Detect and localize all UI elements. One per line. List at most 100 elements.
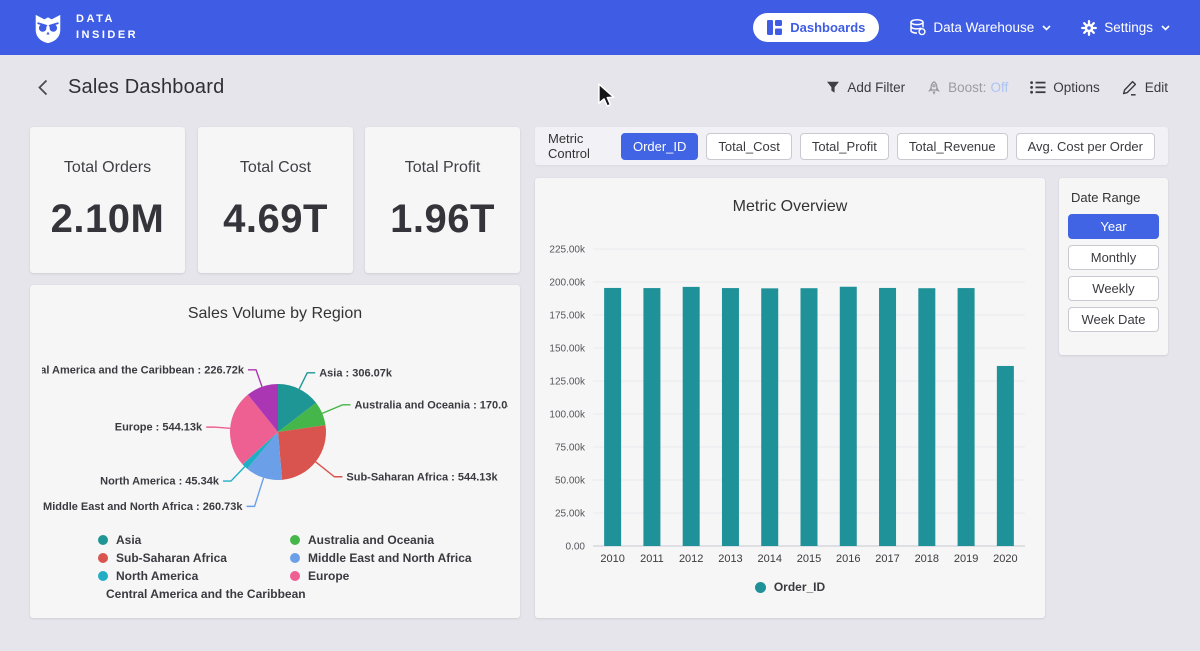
legend-label: Europe (308, 569, 349, 583)
svg-text:200.00k: 200.00k (549, 278, 586, 289)
brand-logo[interactable]: DATA INSIDER (30, 10, 138, 46)
svg-text:Sub-Saharan Africa : 544.13k: Sub-Saharan Africa : 544.13k (346, 471, 498, 483)
boost-label: Boost: (948, 80, 986, 95)
brand-line2: INSIDER (76, 28, 138, 44)
legend-item-asia[interactable]: Asia (98, 531, 290, 549)
date-range-option-week-date[interactable]: Week Date (1068, 307, 1159, 332)
legend-label: Sub-Saharan Africa (116, 551, 227, 565)
edit-label: Edit (1145, 80, 1168, 95)
bar-chart-title: Metric Overview (535, 198, 1045, 216)
edit-button[interactable]: Edit (1122, 80, 1168, 96)
settings-menu[interactable]: Settings (1081, 20, 1170, 36)
svg-text:2015: 2015 (797, 553, 821, 565)
pie-chart-legend: Asia Australia and Oceania Sub-Saharan Afr… (98, 531, 472, 603)
svg-text:2017: 2017 (875, 553, 899, 565)
page-header: Sales Dashboard Add Filter Boost: Off Op (0, 55, 1200, 120)
legend-dot (290, 535, 300, 545)
legend-dot (755, 582, 766, 593)
kpi-label: Total Cost (240, 159, 311, 177)
svg-text:125.00k: 125.00k (549, 377, 586, 388)
svg-text:2011: 2011 (640, 553, 664, 565)
metric-control-label: Metric Control (548, 131, 607, 161)
page-title: Sales Dashboard (68, 76, 224, 99)
svg-text:2020: 2020 (993, 553, 1017, 565)
legend-dot (98, 553, 108, 563)
metric-option-total-cost[interactable]: Total_Cost (706, 133, 791, 160)
date-range-card: Date Range Year Monthly Weekly Week Date (1059, 178, 1168, 355)
legend-item-middle-east-and-north-africa[interactable]: Middle East and North Africa (290, 549, 472, 567)
boost-toggle[interactable]: Boost: Off (927, 80, 1008, 95)
svg-text:225.00k: 225.00k (549, 245, 586, 256)
svg-text:Australia and Oceania : 170.04: Australia and Oceania : 170.04k (354, 399, 508, 411)
kpi-value: 1.96T (390, 197, 495, 242)
svg-text:2018: 2018 (915, 553, 939, 565)
svg-text:2016: 2016 (836, 553, 860, 565)
options-label: Options (1053, 80, 1100, 95)
metric-option-total-profit[interactable]: Total_Profit (800, 133, 889, 160)
add-filter-label: Add Filter (847, 80, 905, 95)
rocket-icon (927, 81, 941, 95)
boost-state: Off (990, 80, 1008, 95)
kpi-label: Total Orders (64, 159, 151, 177)
top-navbar: DATA INSIDER Dashboards Data Warehouse (0, 0, 1200, 55)
header-actions: Add Filter Boost: Off Options (826, 80, 1168, 96)
metric-buttons: Order_ID Total_Cost Total_Profit Total_Reve… (621, 133, 1155, 160)
svg-text:2012: 2012 (679, 553, 703, 565)
pencil-icon (1122, 80, 1138, 96)
dashboards-icon (767, 20, 782, 35)
date-range-buttons: Year Monthly Weekly Week Date (1068, 214, 1159, 332)
bar-chart-legend: Order_ID (535, 580, 1045, 594)
bar-legend-label: Order_ID (774, 580, 825, 594)
metric-option-order-id[interactable]: Order_ID (621, 133, 698, 160)
legend-dot (98, 535, 108, 545)
data-warehouse-menu[interactable]: Data Warehouse (909, 19, 1051, 36)
brand-line1: DATA (76, 12, 138, 28)
legend-item-central-america-and-the-caribbean[interactable]: Central America and the Caribbean (98, 585, 290, 603)
options-button[interactable]: Options (1030, 80, 1100, 95)
legend-label: Middle East and North Africa (308, 551, 472, 565)
settings-label: Settings (1104, 20, 1153, 35)
back-button[interactable] (32, 75, 54, 100)
list-icon (1030, 80, 1046, 95)
svg-text:50.00k: 50.00k (555, 476, 586, 487)
legend-item-north-america[interactable]: North America (98, 567, 290, 585)
legend-dot (98, 571, 108, 581)
dashboards-label: Dashboards (790, 20, 865, 35)
svg-text:2013: 2013 (718, 553, 742, 565)
svg-text:Middle East and North Africa :: Middle East and North Africa : 260.73k (43, 501, 243, 513)
add-filter-button[interactable]: Add Filter (826, 80, 905, 95)
filter-icon (826, 81, 840, 94)
date-range-option-year[interactable]: Year (1068, 214, 1159, 239)
sales-volume-card: Sales Volume by Region Asia : 306.07kAus… (30, 285, 520, 618)
legend-item-europe[interactable]: Europe (290, 567, 472, 585)
dashboards-button[interactable]: Dashboards (753, 13, 879, 42)
pie-chart-title: Sales Volume by Region (30, 305, 520, 323)
date-range-option-monthly[interactable]: Monthly (1068, 245, 1159, 270)
database-icon (909, 19, 926, 36)
svg-text:175.00k: 175.00k (549, 311, 586, 322)
kpi-value: 4.69T (223, 197, 328, 242)
date-range-label: Date Range (1071, 190, 1159, 205)
svg-text:25.00k: 25.00k (555, 509, 586, 520)
svg-text:75.00k: 75.00k (555, 443, 586, 454)
legend-label: Australia and Oceania (308, 533, 434, 547)
legend-item-sub-saharan-africa[interactable]: Sub-Saharan Africa (98, 549, 290, 567)
legend-dot (290, 553, 300, 563)
legend-item-australia-and-oceania[interactable]: Australia and Oceania (290, 531, 472, 549)
svg-text:2010: 2010 (600, 553, 624, 565)
metric-option-avg-cost-per-order[interactable]: Avg. Cost per Order (1016, 133, 1155, 160)
kpi-value: 2.10M (51, 197, 165, 242)
svg-text:150.00k: 150.00k (549, 344, 586, 355)
legend-label: Central America and the Caribbean (106, 587, 306, 601)
svg-text:0.00: 0.00 (566, 542, 586, 553)
owl-logo-icon (30, 10, 66, 46)
metric-option-total-revenue[interactable]: Total_Revenue (897, 133, 1008, 160)
data-warehouse-label: Data Warehouse (933, 20, 1034, 35)
navbar-menu: Dashboards Data Warehouse (753, 13, 1170, 42)
metric-overview-card: Metric Overview 0.0025.00k50.00k75.00k10… (535, 178, 1045, 618)
kpi-card-total-orders: Total Orders 2.10M (30, 127, 185, 273)
kpi-label: Total Profit (405, 159, 481, 177)
chevron-down-icon (1042, 25, 1051, 31)
date-range-option-weekly[interactable]: Weekly (1068, 276, 1159, 301)
legend-label: Asia (116, 533, 141, 547)
